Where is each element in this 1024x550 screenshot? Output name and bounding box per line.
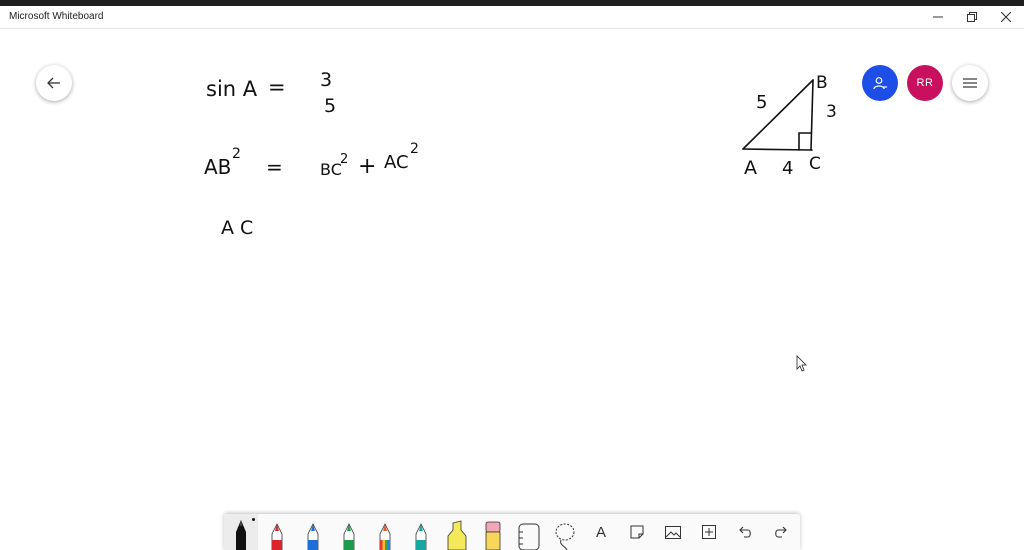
triangle-side-ac-label: 4 — [782, 158, 793, 179]
inking-toolbar: A — [224, 514, 800, 550]
tool-sticky-note[interactable] — [620, 514, 654, 550]
tool-black-pen[interactable] — [224, 514, 258, 550]
pen-icon — [271, 523, 283, 550]
pen-icon — [415, 523, 427, 550]
lasso-icon — [555, 523, 575, 550]
right-angle-mark — [798, 132, 812, 151]
tool-blue-pen[interactable] — [296, 514, 330, 550]
arrow-left-icon — [47, 77, 60, 89]
tool-lasso[interactable] — [548, 514, 582, 550]
ink-denominator: 5 — [324, 95, 336, 117]
triangle-side-ac — [742, 148, 813, 151]
tool-eraser[interactable] — [476, 514, 510, 550]
tool-text[interactable]: A — [584, 514, 618, 550]
ruler-icon — [518, 523, 540, 550]
tool-ruler[interactable] — [512, 514, 546, 550]
ink-bc-exponent: 2 — [340, 152, 348, 167]
pen-icon — [236, 520, 246, 550]
tool-galaxy-pen[interactable] — [404, 514, 438, 550]
triangle-label-c: C — [809, 154, 821, 174]
back-button[interactable] — [36, 65, 72, 101]
tool-image[interactable] — [656, 514, 690, 550]
text-icon: A — [595, 523, 606, 541]
ink-numerator: 3 — [320, 69, 332, 91]
tool-green-pen[interactable] — [332, 514, 366, 550]
tool-red-pen[interactable] — [260, 514, 294, 550]
triangle-label-b: B — [816, 73, 828, 93]
pen-icon — [307, 523, 319, 550]
ink-plus: + — [358, 154, 376, 179]
selected-dot — [252, 518, 255, 521]
ink-equals-1: = — [268, 75, 286, 99]
avatar[interactable]: RR — [907, 65, 943, 101]
note-icon — [630, 525, 644, 539]
eraser-icon — [485, 521, 501, 550]
hamburger-icon — [963, 78, 977, 88]
tool-undo[interactable] — [728, 514, 762, 550]
highlighter-icon — [447, 520, 467, 550]
image-icon — [665, 525, 681, 539]
tool-add[interactable] — [692, 514, 726, 550]
person-share-icon — [873, 77, 887, 90]
ink-ac: AC — [384, 152, 409, 173]
plus-box-icon — [702, 525, 716, 539]
menu-button[interactable] — [952, 65, 988, 101]
ink-ac-exponent: 2 — [410, 141, 419, 157]
tool-rainbow-pen[interactable] — [368, 514, 402, 550]
redo-icon — [775, 526, 787, 538]
ink-ab: AB — [204, 155, 231, 179]
triangle-side-ab-label: 5 — [756, 92, 767, 113]
pen-icon — [343, 523, 355, 550]
ink-equals-2: = — [266, 155, 283, 179]
triangle-side-ab — [742, 79, 814, 150]
ink-ac-partial: A C — [221, 217, 253, 239]
ink-bc: BC — [320, 160, 342, 179]
undo-icon — [739, 526, 751, 538]
avatar-initials: RR — [916, 77, 934, 89]
share-button[interactable] — [862, 65, 898, 101]
triangle-side-bc-label: 3 — [826, 102, 837, 122]
tool-redo[interactable] — [764, 514, 798, 550]
ink-ab-exponent: 2 — [232, 146, 241, 162]
pen-icon — [379, 523, 391, 550]
triangle-side-bc — [810, 79, 814, 151]
ink-sin-a: sin A — [206, 77, 258, 101]
mouse-cursor — [796, 355, 807, 372]
tool-highlighter[interactable] — [440, 514, 474, 550]
triangle-label-a: A — [744, 157, 757, 179]
